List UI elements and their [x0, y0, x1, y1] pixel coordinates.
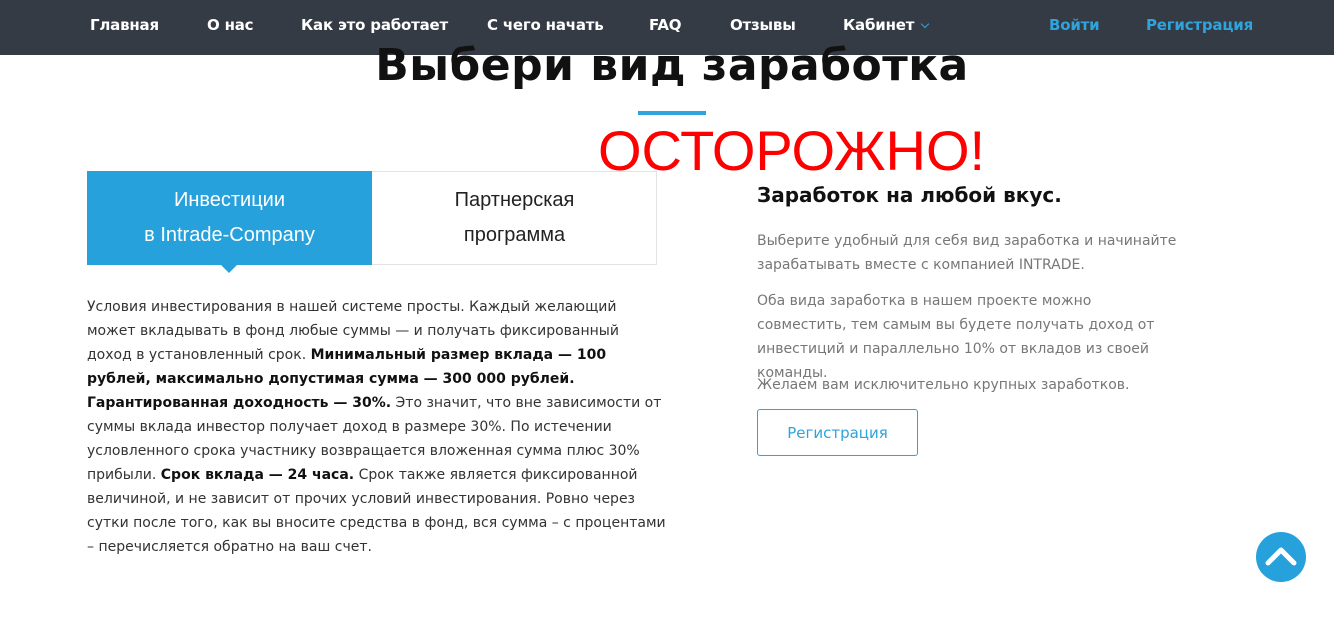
- tab-partner-line2: программа: [463, 224, 566, 246]
- scroll-top-button[interactable]: [1256, 532, 1306, 582]
- tab-investments-line2: в Intrade-Company: [144, 224, 315, 246]
- tab-partner-line1: Партнерская: [454, 189, 575, 211]
- right-heading: Заработок на любой вкус.: [757, 183, 1062, 207]
- login-link[interactable]: Войти: [1049, 16, 1100, 34]
- nav-home[interactable]: Главная: [90, 16, 159, 34]
- nav-how-it-works[interactable]: Как это работает: [301, 16, 448, 34]
- nav-cabinet[interactable]: Кабинет: [843, 16, 930, 34]
- right-paragraph-2: Оба вида заработка в нашем проекте можно…: [757, 293, 1155, 381]
- right-paragraph-3: Желаем вам исключительно крупных заработ…: [757, 377, 1130, 393]
- investment-conditions-text: Условия инвестирования в нашей системе п…: [87, 295, 667, 559]
- earning-type-tabs: Инвестиции в Intrade-Company Партнерская…: [87, 171, 657, 273]
- page-title: Выбери вид заработка: [375, 40, 969, 91]
- nav-reviews[interactable]: Отзывы: [730, 16, 796, 34]
- text-bold-2: Срок вклада — 24 часа.: [160, 467, 355, 483]
- nav-faq[interactable]: FAQ: [649, 16, 681, 34]
- nav-about[interactable]: О нас: [207, 16, 254, 34]
- nav-getting-started[interactable]: С чего начать: [487, 16, 604, 34]
- tab-partner-program[interactable]: Партнерская программа: [372, 171, 657, 265]
- chevron-down-icon: [920, 19, 930, 29]
- tab-investments-line1: Инвестиции: [173, 189, 286, 211]
- right-paragraph-1: Выберите удобный для себя вид заработка …: [757, 233, 1177, 273]
- chevron-up-icon: [1265, 547, 1297, 566]
- nav-cabinet-label: Кабинет: [843, 16, 915, 34]
- register-button[interactable]: Регистрация: [757, 409, 918, 456]
- tab-investments[interactable]: Инвестиции в Intrade-Company: [87, 171, 372, 273]
- title-underline: [638, 111, 706, 115]
- register-link[interactable]: Регистрация: [1146, 16, 1253, 34]
